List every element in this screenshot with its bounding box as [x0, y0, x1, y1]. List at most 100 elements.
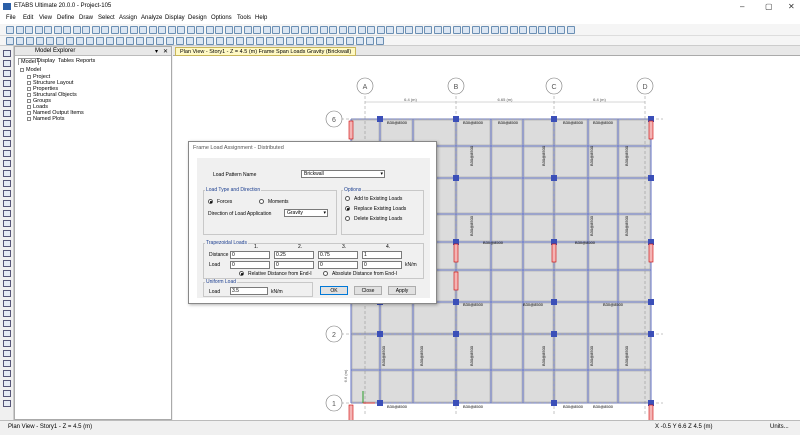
- toolbar-tool-icon[interactable]: [76, 37, 84, 45]
- draw-tool-icon[interactable]: [3, 370, 11, 377]
- toolbar-tool-icon[interactable]: [538, 26, 546, 34]
- draw-tool-icon[interactable]: [3, 90, 11, 97]
- toolbar-tool-icon[interactable]: [336, 37, 344, 45]
- toolbar-tool-icon[interactable]: [405, 26, 413, 34]
- toolbar-tool-icon[interactable]: [329, 26, 337, 34]
- toolbar-tool-icon[interactable]: [116, 37, 124, 45]
- toolbar-tool-icon[interactable]: [106, 37, 114, 45]
- toolbar-tool-icon[interactable]: [66, 37, 74, 45]
- toolbar-tool-icon[interactable]: [82, 26, 90, 34]
- toolbar-tool-icon[interactable]: [196, 37, 204, 45]
- toolbar-tool-icon[interactable]: [566, 26, 575, 34]
- toolbar-tool-icon[interactable]: [266, 37, 274, 45]
- close-panel-icon[interactable]: ✕: [163, 48, 168, 55]
- toolbar-tool-icon[interactable]: [136, 37, 144, 45]
- toolbar-tool-icon[interactable]: [356, 37, 364, 45]
- toolbar-tool-icon[interactable]: [26, 37, 34, 45]
- tree-item-named-plots[interactable]: Named Plots: [27, 116, 65, 122]
- apply-button[interactable]: Apply: [388, 286, 416, 295]
- load-input-4[interactable]: 0: [362, 261, 402, 269]
- toolbar-tool-icon[interactable]: [357, 26, 366, 34]
- menu-design[interactable]: Design: [188, 15, 207, 21]
- toolbar-tool-icon[interactable]: [500, 26, 508, 34]
- expand-icon[interactable]: [27, 92, 31, 97]
- toolbar-tool-icon[interactable]: [86, 37, 94, 45]
- draw-tool-icon[interactable]: [3, 60, 11, 67]
- toolbar-tool-icon[interactable]: [96, 37, 104, 45]
- toolbar-tool-icon[interactable]: [376, 37, 384, 45]
- collapse-icon[interactable]: [20, 67, 24, 72]
- close-dialog-button[interactable]: Close: [354, 286, 382, 295]
- tab-reports[interactable]: Reports: [74, 58, 97, 64]
- toolbar-tool-icon[interactable]: [272, 26, 280, 34]
- toolbar-tool-icon[interactable]: [177, 26, 185, 34]
- menu-options[interactable]: Options: [211, 15, 232, 21]
- toolbar-tool-icon[interactable]: [262, 26, 271, 34]
- toolbar-tool-icon[interactable]: [462, 26, 470, 34]
- maximize-button[interactable]: ▢: [765, 2, 773, 11]
- toolbar-tool-icon[interactable]: [224, 26, 233, 34]
- menu-edit[interactable]: Edit: [23, 15, 33, 21]
- expand-icon[interactable]: [27, 80, 31, 85]
- menu-draw[interactable]: Draw: [79, 15, 93, 21]
- toolbar-tool-icon[interactable]: [205, 26, 214, 34]
- expand-icon[interactable]: [27, 110, 31, 115]
- minimize-button[interactable]: –: [740, 2, 744, 11]
- draw-tool-icon[interactable]: [3, 320, 11, 327]
- draw-tool-icon[interactable]: [3, 310, 11, 317]
- draw-tool-icon[interactable]: [3, 140, 11, 147]
- draw-tool-icon[interactable]: [3, 270, 11, 277]
- toolbar-tool-icon[interactable]: [386, 26, 394, 34]
- toolbar-tool-icon[interactable]: [452, 26, 461, 34]
- delete-existing-radio[interactable]: [345, 216, 350, 221]
- menu-analyze[interactable]: Analyze: [141, 15, 162, 21]
- tab-display[interactable]: Display: [35, 58, 57, 64]
- toolbar-tool-icon[interactable]: [236, 37, 244, 45]
- toolbar-tool-icon[interactable]: [139, 26, 147, 34]
- draw-tool-icon[interactable]: [3, 220, 11, 227]
- draw-tool-icon[interactable]: [3, 260, 11, 267]
- toolbar-tool-icon[interactable]: [256, 37, 264, 45]
- toolbar-tool-icon[interactable]: [519, 26, 527, 34]
- load-input-3[interactable]: 0: [318, 261, 358, 269]
- toolbar-tool-icon[interactable]: [243, 26, 252, 34]
- toolbar-tool-icon[interactable]: [6, 37, 14, 45]
- draw-tool-icon[interactable]: [3, 50, 11, 57]
- toolbar-tool-icon[interactable]: [367, 26, 375, 34]
- menu-view[interactable]: View: [39, 15, 52, 21]
- draw-tool-icon[interactable]: [3, 70, 11, 77]
- draw-tool-icon[interactable]: [3, 390, 11, 397]
- menu-select[interactable]: Select: [98, 15, 115, 21]
- toolbar-tool-icon[interactable]: [16, 37, 24, 45]
- expand-icon[interactable]: [27, 98, 31, 103]
- toolbar-tool-icon[interactable]: [120, 26, 128, 34]
- expand-icon[interactable]: [27, 74, 31, 79]
- moments-radio[interactable]: [259, 199, 264, 204]
- tab-plan-view[interactable]: Plan View - Story1 - Z = 4.5 (m) Frame S…: [175, 47, 357, 56]
- tab-tables[interactable]: Tables: [56, 58, 76, 64]
- toolbar-tool-icon[interactable]: [25, 26, 33, 34]
- toolbar-tool-icon[interactable]: [148, 26, 157, 34]
- draw-tool-icon[interactable]: [3, 180, 11, 187]
- toolbar-tool-icon[interactable]: [186, 26, 195, 34]
- toolbar-tool-icon[interactable]: [338, 26, 347, 34]
- toolbar-tool-icon[interactable]: [443, 26, 451, 34]
- toolbar-tool-icon[interactable]: [316, 37, 324, 45]
- draw-tool-icon[interactable]: [3, 300, 11, 307]
- draw-tool-icon[interactable]: [3, 380, 11, 387]
- draw-tool-icon[interactable]: [3, 80, 11, 87]
- toolbar-tool-icon[interactable]: [481, 26, 489, 34]
- units-button[interactable]: Units...: [770, 424, 789, 430]
- draw-tool-icon[interactable]: [3, 210, 11, 217]
- direction-select[interactable]: Gravity ▾: [284, 209, 328, 217]
- toolbar-tool-icon[interactable]: [346, 37, 354, 45]
- menu-help[interactable]: Help: [255, 15, 267, 21]
- toolbar-tool-icon[interactable]: [167, 26, 176, 34]
- toolbar-tool-icon[interactable]: [414, 26, 423, 34]
- absolute-distance-radio[interactable]: [323, 271, 328, 276]
- toolbar-tool-icon[interactable]: [319, 26, 328, 34]
- toolbar-tool-icon[interactable]: [300, 26, 309, 34]
- draw-tool-icon[interactable]: [3, 400, 11, 407]
- toolbar-tool-icon[interactable]: [34, 26, 43, 34]
- draw-tool-icon[interactable]: [3, 240, 11, 247]
